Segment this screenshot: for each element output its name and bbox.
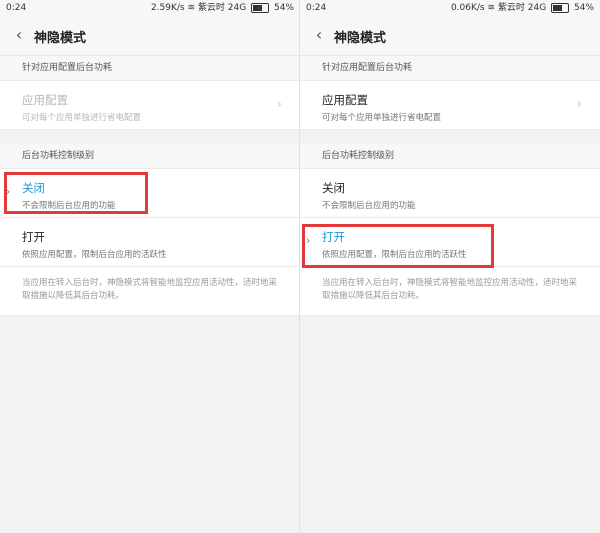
status-info: 0.06K/s ≋ 紫云时 24G 54% bbox=[451, 0, 594, 17]
section-header-app-config: 针对应用配置后台功耗 bbox=[300, 56, 600, 81]
status-carrier: 紫云时 bbox=[197, 3, 225, 13]
option-on-sub: 依照应用配置，限制后台应用的活跃性 bbox=[22, 250, 167, 260]
footer-note: 当应用在转入后台时，神隐模式将智能地监控应用活动性，适时地采取措施以降低其后台功… bbox=[0, 267, 300, 316]
option-on[interactable]: 打开 依照应用配置，限制后台应用的活跃性 bbox=[0, 218, 300, 267]
app-config-label: 应用配置 bbox=[22, 93, 68, 107]
status-time: 0:24 bbox=[6, 3, 27, 13]
app-config-item[interactable]: 应用配置 可对每个应用单独进行省电配置 › bbox=[0, 81, 300, 130]
spacer bbox=[0, 130, 300, 144]
status-info: 2.59K/s ≋ 紫云时 24G 54% bbox=[151, 0, 294, 17]
chevron-right-icon: › bbox=[276, 97, 282, 112]
app-config-sub: 可对每个应用单独进行省电配置 bbox=[322, 113, 442, 123]
page-title: 神隐模式 bbox=[34, 31, 87, 46]
spacer bbox=[300, 130, 600, 144]
status-battery: 54% bbox=[573, 3, 594, 13]
option-off-sub: 不会限制后台应用的功能 bbox=[322, 201, 416, 211]
section-header-level: 后台功耗控制级别 bbox=[300, 144, 600, 169]
left-screen: 0:24 2.59K/s ≋ 紫云时 24G 54% ‹ 神隐模式 针对应用配置… bbox=[0, 0, 300, 533]
app-config-sub: 可对每个应用单独进行省电配置 bbox=[22, 113, 142, 123]
battery-icon bbox=[251, 2, 270, 13]
wifi-icon: ≋ bbox=[187, 3, 198, 13]
option-off[interactable]: 关闭 不会限制后台应用的功能 bbox=[300, 169, 600, 218]
chevron-left-icon[interactable]: ‹ bbox=[10, 25, 28, 45]
highlight-box-on bbox=[302, 224, 494, 268]
status-battery: 54% bbox=[273, 3, 294, 13]
status-bar: 0:24 2.59K/s ≋ 紫云时 24G 54% bbox=[0, 0, 300, 17]
option-off-label: 关闭 bbox=[322, 181, 345, 195]
status-network: 24G bbox=[527, 3, 547, 13]
status-speed: 0.06K/s bbox=[450, 3, 485, 13]
chevron-right-icon: › bbox=[576, 97, 582, 112]
page-title: 神隐模式 bbox=[334, 31, 387, 46]
section-header-app-config: 针对应用配置后台功耗 bbox=[0, 56, 300, 81]
battery-icon bbox=[551, 2, 570, 13]
status-network: 24G bbox=[227, 3, 247, 13]
title-bar: ‹ 神隐模式 bbox=[300, 17, 600, 56]
app-config-label: 应用配置 bbox=[322, 93, 368, 107]
section-header-level: 后台功耗控制级别 bbox=[0, 144, 300, 169]
chevron-left-icon[interactable]: ‹ bbox=[310, 25, 328, 45]
title-bar: ‹ 神隐模式 bbox=[0, 17, 300, 56]
status-carrier: 紫云时 bbox=[497, 3, 525, 13]
status-speed: 2.59K/s bbox=[150, 3, 185, 13]
app-config-item[interactable]: 应用配置 可对每个应用单独进行省电配置 › bbox=[300, 81, 600, 130]
wifi-icon: ≋ bbox=[487, 3, 498, 13]
highlight-box-off bbox=[4, 172, 148, 214]
status-time: 0:24 bbox=[306, 3, 327, 13]
status-bar: 0:24 0.06K/s ≋ 紫云时 24G 54% bbox=[300, 0, 600, 17]
option-on-label: 打开 bbox=[22, 230, 45, 244]
footer-note: 当应用在转入后台时，神隐模式将智能地监控应用活动性，适时地采取措施以降低其后台功… bbox=[300, 267, 600, 316]
